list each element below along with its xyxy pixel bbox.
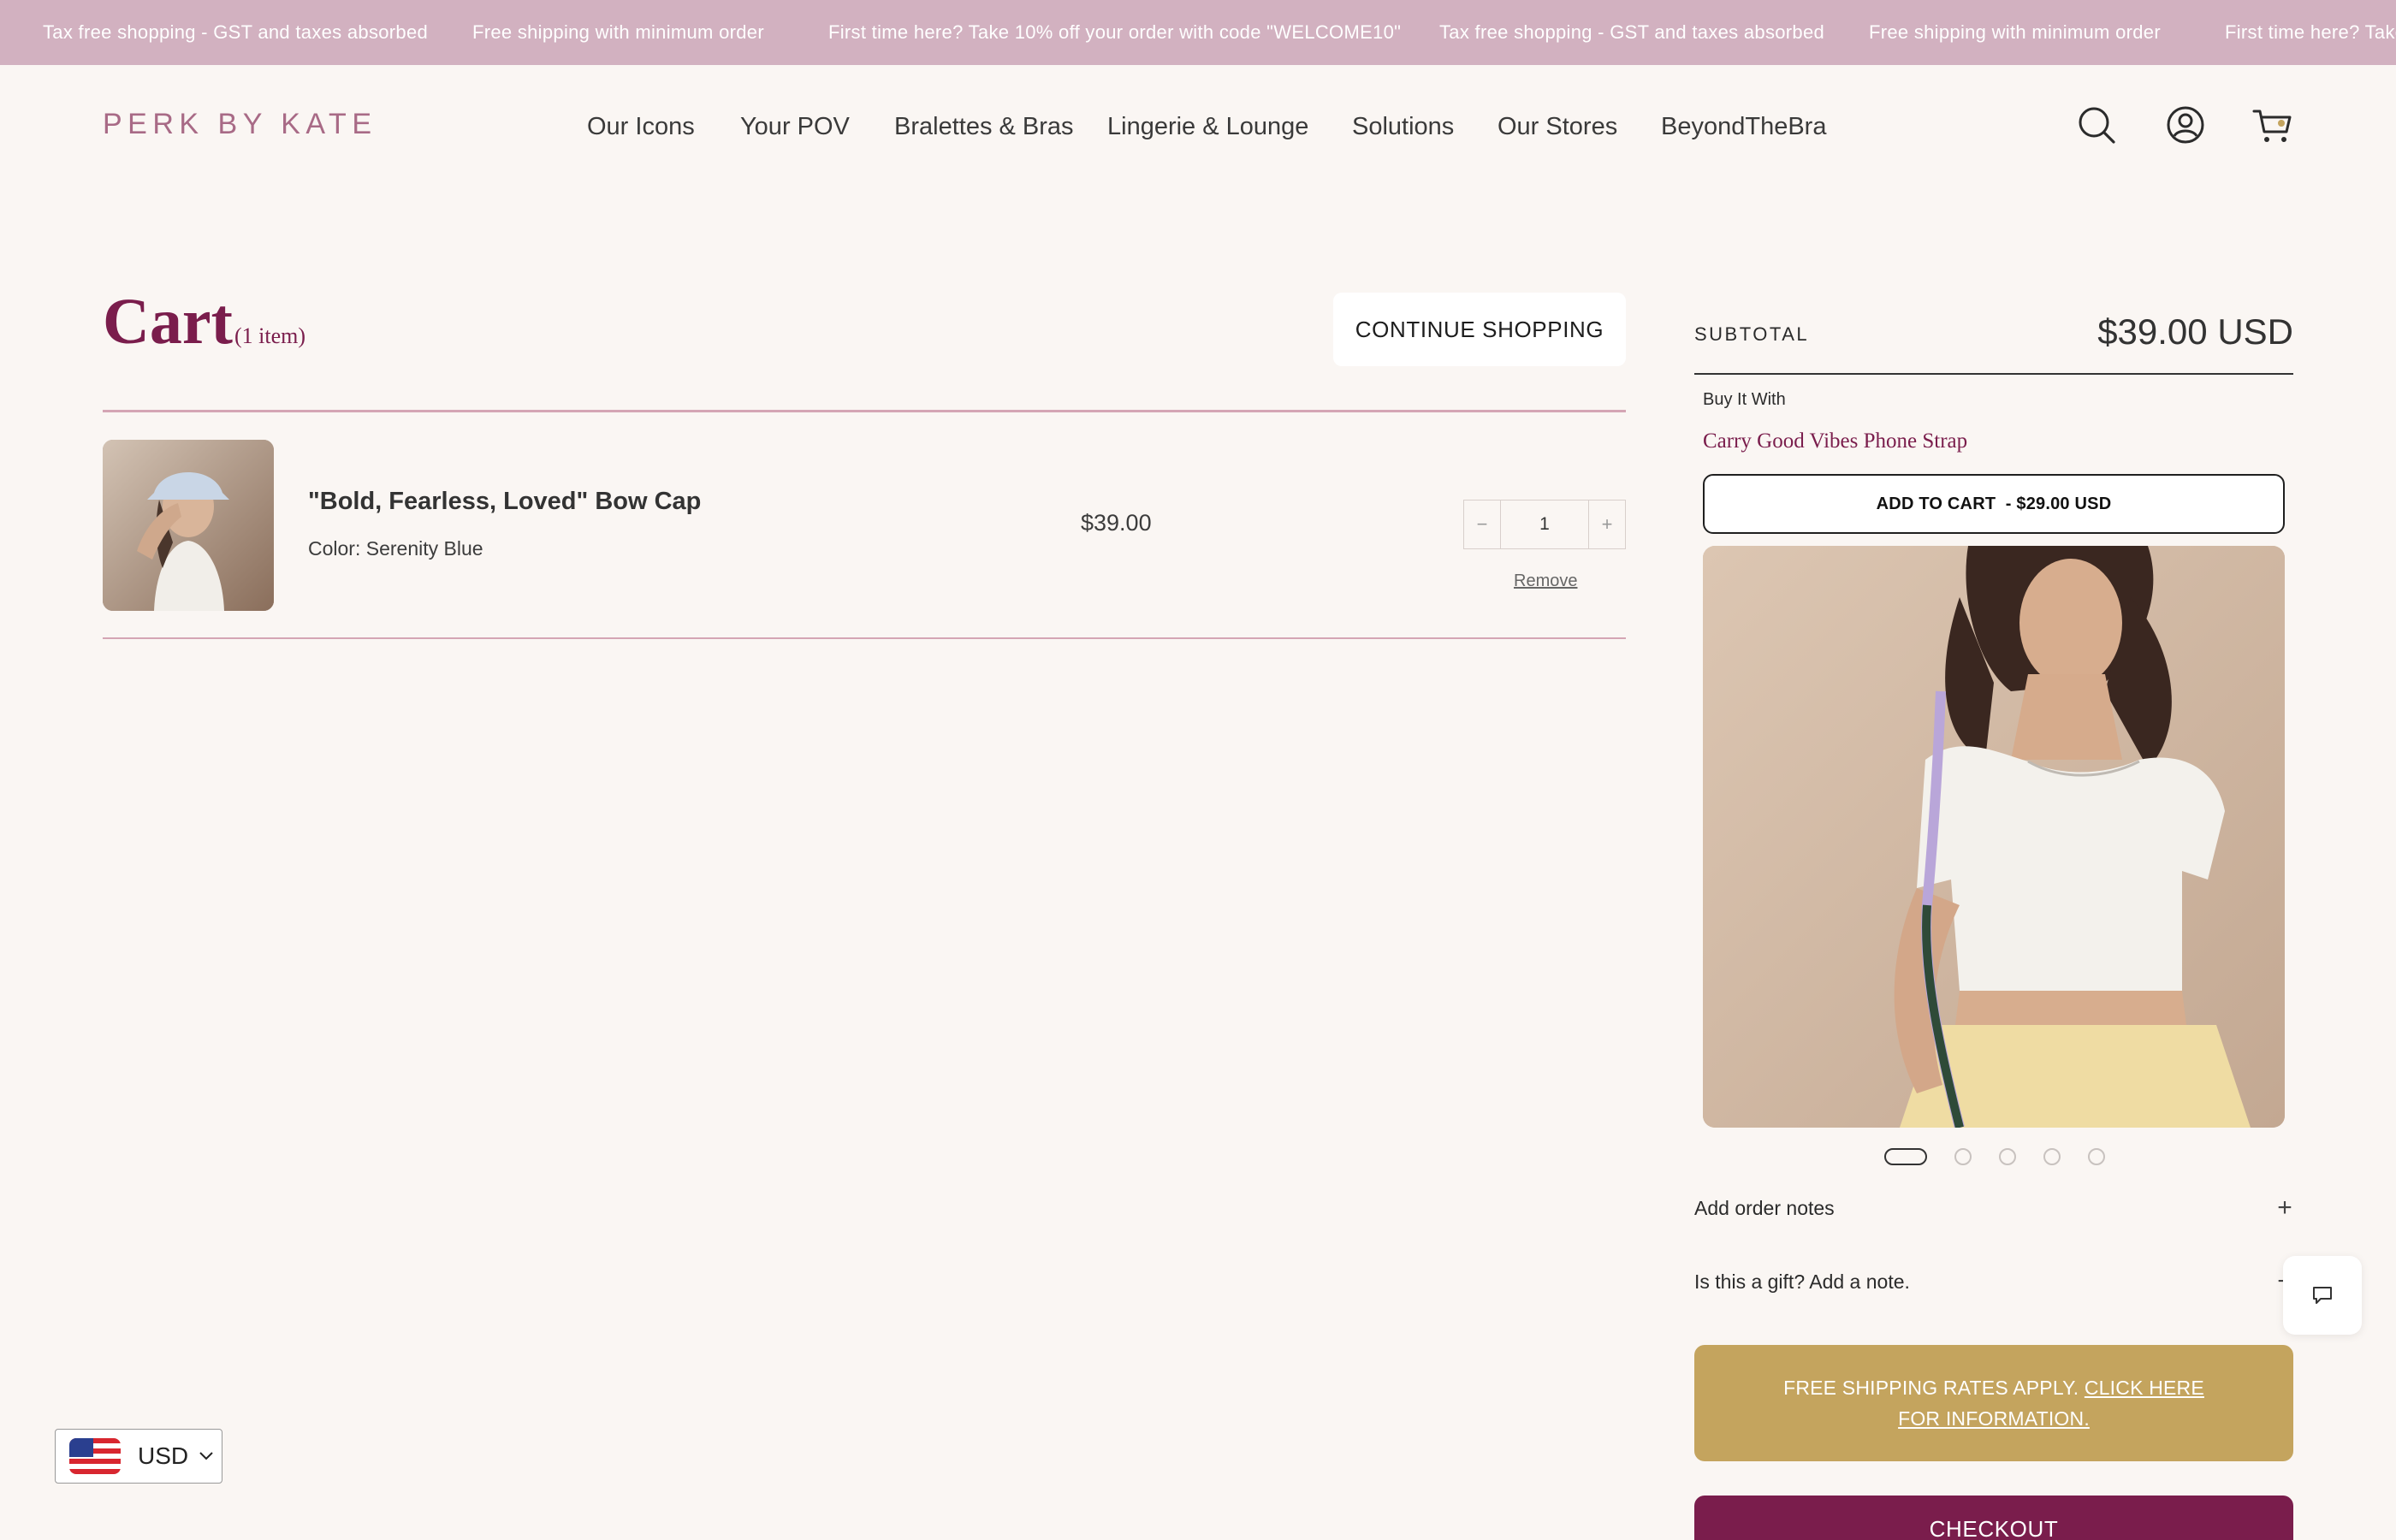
upsell-product-title[interactable]: Carry Good Vibes Phone Strap	[1703, 429, 1967, 453]
continue-shopping-button[interactable]: CONTINUE SHOPPING	[1333, 293, 1626, 366]
cart-item-name[interactable]: "Bold, Fearless, Loved" Bow Cap	[308, 488, 701, 516]
page-title: Cart	[103, 286, 233, 358]
remove-item-link[interactable]: Remove	[1514, 572, 1577, 591]
cart-item-variant: Color: Serenity Blue	[308, 537, 483, 560]
plus-icon: +	[2277, 1194, 2292, 1222]
announcement-item: First time here? Take 10% off your order…	[828, 21, 1402, 43]
plus-icon: +	[1601, 513, 1613, 535]
carousel-dot-5[interactable]	[2088, 1148, 2105, 1165]
currency-code: USD	[138, 1442, 189, 1469]
announcement-item: First time here? Take 1	[2225, 21, 2396, 43]
us-flag-icon	[69, 1438, 121, 1474]
buy-it-with-label: Buy It With	[1703, 390, 1786, 409]
announcement-item: Tax free shopping - GST and taxes absorb…	[43, 21, 429, 43]
cart-item-count: (1 item)	[234, 323, 306, 348]
upsell-add-to-cart-button[interactable]: ADD TO CART - $29.00 USD	[1703, 474, 2285, 534]
account-icon[interactable]	[2163, 103, 2208, 147]
subtotal-value: $39.00 USD	[2097, 311, 2293, 352]
announcement-bar: Tax free shopping - GST and taxes absorb…	[0, 0, 2396, 65]
cart-item-price: $39.00	[1081, 510, 1152, 536]
divider	[1694, 373, 2293, 375]
increase-quantity-button[interactable]: +	[1589, 500, 1625, 548]
decrease-quantity-button[interactable]: −	[1464, 500, 1500, 548]
shipping-info-banner: FREE SHIPPING RATES APPLY. CLICK HERE FO…	[1694, 1345, 2293, 1461]
divider	[103, 410, 1626, 412]
order-notes-label: Add order notes	[1694, 1196, 1835, 1219]
quantity-input[interactable]: 1	[1500, 500, 1589, 548]
nav-item-your-pov[interactable]: Your POV	[740, 110, 850, 144]
subtotal-label: SUBTOTAL	[1694, 323, 1810, 345]
currency-selector[interactable]: USD	[55, 1429, 222, 1484]
carousel-dot-2[interactable]	[1954, 1148, 1972, 1165]
gift-note-toggle[interactable]: Is this a gift? Add a note. +	[1694, 1265, 2293, 1299]
chat-button[interactable]	[2283, 1256, 2362, 1335]
nav-item-beyond-the-bra[interactable]: BeyondTheBra	[1661, 110, 1826, 144]
announcement-item: Free shipping with minimum order	[472, 21, 764, 43]
chevron-down-icon	[199, 1452, 213, 1460]
gift-note-label: Is this a gift? Add a note.	[1694, 1270, 1910, 1293]
carousel-dot-4[interactable]	[2043, 1148, 2061, 1165]
announcement-item: Tax free shopping - GST and taxes absorb…	[1439, 21, 1825, 43]
divider	[103, 637, 1626, 639]
nav-item-bralettes-bras[interactable]: Bralettes & Bras	[894, 110, 1074, 144]
nav-item-lingerie-lounge[interactable]: Lingerie & Lounge	[1107, 110, 1308, 144]
product-thumbnail[interactable]	[103, 440, 274, 611]
checkout-button[interactable]: CHECKOUT	[1694, 1496, 2293, 1540]
order-notes-toggle[interactable]: Add order notes +	[1694, 1191, 2293, 1225]
chat-icon	[2313, 1287, 2332, 1304]
minus-icon: −	[1476, 513, 1488, 535]
upsell-product-image[interactable]	[1703, 546, 2285, 1128]
nav-item-our-stores[interactable]: Our Stores	[1498, 110, 1617, 144]
search-icon[interactable]	[2074, 103, 2119, 147]
quantity-stepper: − 1 +	[1463, 500, 1626, 549]
nav-item-our-icons[interactable]: Our Icons	[587, 110, 695, 144]
carousel-dot-1[interactable]	[1884, 1148, 1927, 1165]
shipping-info-text: FREE SHIPPING RATES APPLY.	[1783, 1377, 2079, 1399]
site-logo[interactable]: PERK BY KATE	[103, 108, 377, 141]
carousel-dot-3[interactable]	[1999, 1148, 2016, 1165]
announcement-item: Free shipping with minimum order	[1869, 21, 2161, 43]
nav-item-solutions[interactable]: Solutions	[1352, 110, 1454, 144]
cart-icon[interactable]	[2251, 103, 2295, 147]
